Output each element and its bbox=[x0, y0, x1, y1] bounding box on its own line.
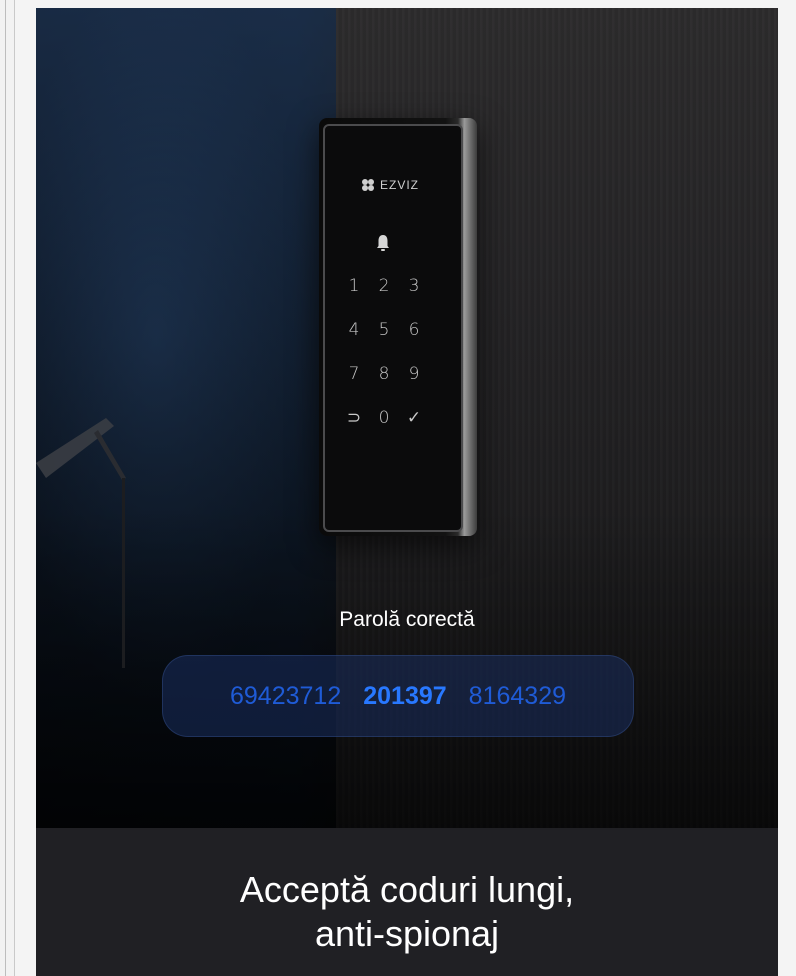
caption-text: Acceptă coduri lungi, anti-spionaj bbox=[36, 868, 778, 956]
key-6: 6 bbox=[408, 320, 420, 340]
keypad-face: EZVIZ 1 2 3 4 5 6 7 8 9 ⊃ 0 ✓ bbox=[323, 124, 463, 532]
caption-line-2: anti-spionaj bbox=[314, 913, 500, 954]
key-2: 2 bbox=[378, 276, 390, 296]
code-prefix: 69423712 bbox=[230, 681, 342, 710]
key-confirm: ✓ bbox=[406, 408, 422, 428]
ezviz-logo-icon bbox=[362, 179, 374, 191]
bell-icon bbox=[377, 235, 389, 251]
key-5: 5 bbox=[378, 320, 390, 340]
brand-logo: EZVIZ bbox=[361, 178, 419, 192]
code-display: 69423712 201397 8164329 bbox=[162, 655, 634, 737]
brand-name: EZVIZ bbox=[380, 178, 420, 192]
key-1: 1 bbox=[348, 276, 360, 296]
key-7: 7 bbox=[348, 364, 360, 384]
key-3: 3 bbox=[408, 276, 420, 296]
promo-banner: EZVIZ 1 2 3 4 5 6 7 8 9 ⊃ 0 ✓ Parolă cor… bbox=[36, 8, 778, 976]
code-correct: 201397 bbox=[363, 681, 447, 710]
code-suffix: 8164329 bbox=[468, 681, 566, 710]
caption-line-1: Acceptă coduri lungi, bbox=[239, 869, 575, 910]
smart-keypad-device: EZVIZ 1 2 3 4 5 6 7 8 9 ⊃ 0 ✓ bbox=[319, 118, 477, 536]
key-9: 9 bbox=[408, 364, 420, 384]
key-4: 4 bbox=[348, 320, 360, 340]
status-label: Parolă corectă bbox=[339, 608, 475, 631]
keypad-grid: 1 2 3 4 5 6 7 8 9 ⊃ 0 ✓ bbox=[339, 276, 429, 428]
key-back: ⊃ bbox=[346, 408, 362, 428]
key-8: 8 bbox=[378, 364, 390, 384]
left-scroll-edge bbox=[0, 0, 15, 976]
key-0: 0 bbox=[378, 408, 390, 428]
